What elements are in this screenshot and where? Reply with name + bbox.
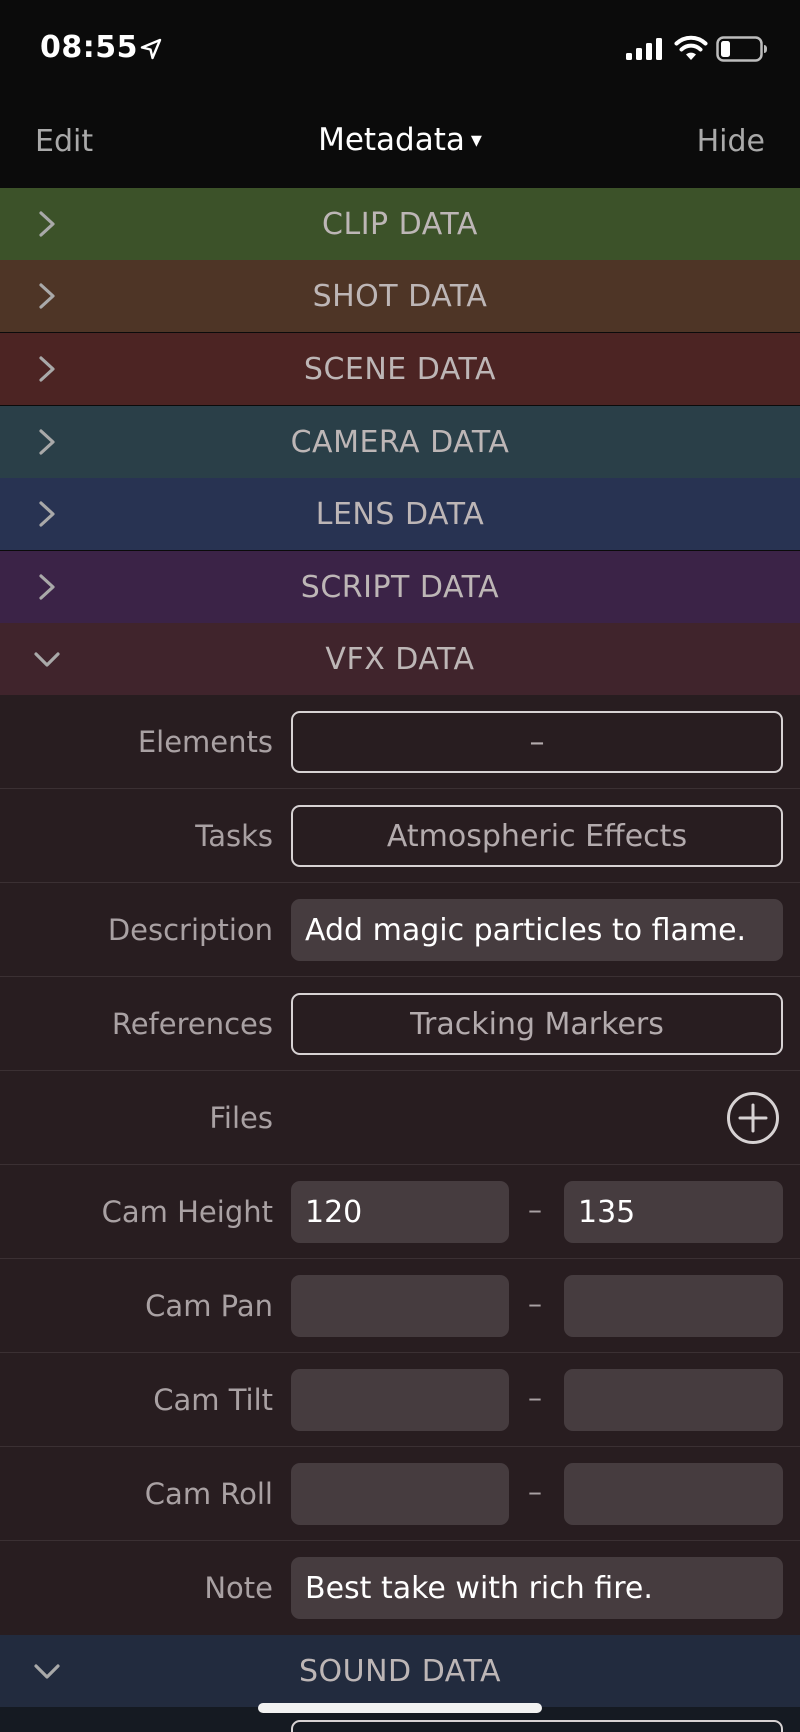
description-row: Description Add magic particles to flame… <box>0 883 800 977</box>
section-label: CLIP DATA <box>322 206 478 242</box>
cam-pan-from-field[interactable] <box>291 1275 509 1337</box>
range-separator: – <box>528 1193 542 1226</box>
metadata-dropdown[interactable]: Metadata ▾ <box>0 122 800 158</box>
description-field[interactable]: Add magic particles to flame. <box>291 899 783 961</box>
nav-bar: Edit Metadata ▾ Hide <box>0 100 800 188</box>
range-separator: – <box>528 1475 542 1508</box>
section-camera-data[interactable]: CAMERA DATA <box>0 406 800 478</box>
section-lens-data[interactable]: LENS DATA <box>0 478 800 550</box>
section-vfx-data[interactable]: VFX DATA <box>0 623 800 695</box>
cam-pan-label: Cam Pan <box>145 1289 273 1323</box>
chevron-down-icon <box>34 645 60 673</box>
chevron-right-icon <box>34 500 60 528</box>
cam-roll-from-field[interactable] <box>291 1463 509 1525</box>
cam-tilt-label: Cam Tilt <box>153 1383 273 1417</box>
cam-pan-to-field[interactable] <box>564 1275 783 1337</box>
chevron-right-icon <box>34 210 60 238</box>
vfx-form: Elements – Tasks Atmospheric Effects Des… <box>0 695 800 1635</box>
cam-tilt-from-field[interactable] <box>291 1369 509 1431</box>
chevron-right-icon <box>34 573 60 601</box>
cam-tilt-row: Cam Tilt – <box>0 1353 800 1447</box>
status-bar: 08:55 <box>0 0 800 100</box>
cam-roll-label: Cam Roll <box>144 1477 273 1511</box>
cellular-signal-icon <box>626 38 662 60</box>
hide-button[interactable]: Hide <box>697 124 765 159</box>
home-indicator[interactable] <box>258 1703 542 1713</box>
nav-title-label: Metadata <box>318 122 465 158</box>
wifi-icon <box>674 35 708 60</box>
references-button[interactable]: Tracking Markers <box>291 993 783 1055</box>
section-scene-data[interactable]: SCENE DATA <box>0 333 800 405</box>
elements-button[interactable]: – <box>291 711 783 773</box>
cam-height-label: Cam Height <box>101 1195 273 1229</box>
cam-height-from-field[interactable]: 120 <box>291 1181 509 1243</box>
section-label: LENS DATA <box>315 496 485 532</box>
status-time: 08:55 <box>40 30 138 65</box>
section-label: SHOT DATA <box>312 278 488 314</box>
cam-tilt-to-field[interactable] <box>564 1369 783 1431</box>
references-label: References <box>111 1007 273 1041</box>
section-sound-data[interactable]: SOUND DATA <box>0 1635 800 1707</box>
section-label: VFX DATA <box>325 641 475 677</box>
note-row: Note Best take with rich fire. <box>0 1541 800 1635</box>
range-separator: – <box>528 1287 542 1320</box>
section-script-data[interactable]: SCRIPT DATA <box>0 551 800 623</box>
cam-height-row: Cam Height 120 – 135 <box>0 1165 800 1259</box>
sound-field-partial[interactable] <box>291 1720 783 1732</box>
cam-height-to-field[interactable]: 135 <box>564 1181 783 1243</box>
section-label: SCENE DATA <box>303 351 497 387</box>
elements-row: Elements – <box>0 695 800 789</box>
add-file-plus-icon[interactable] <box>726 1091 780 1145</box>
chevron-right-icon <box>34 282 60 310</box>
tasks-row: Tasks Atmospheric Effects <box>0 789 800 883</box>
section-label: SOUND DATA <box>299 1653 501 1689</box>
triangle-down-icon: ▾ <box>470 128 482 153</box>
note-field[interactable]: Best take with rich fire. <box>291 1557 783 1619</box>
tasks-label: Tasks <box>195 819 273 853</box>
note-label: Note <box>204 1571 273 1605</box>
cam-pan-row: Cam Pan – <box>0 1259 800 1353</box>
section-shot-data[interactable]: SHOT DATA <box>0 260 800 332</box>
description-label: Description <box>107 913 273 947</box>
references-row: References Tracking Markers <box>0 977 800 1071</box>
range-separator: – <box>528 1381 542 1414</box>
files-row: Files <box>0 1071 800 1165</box>
section-clip-data[interactable]: CLIP DATA <box>0 188 800 260</box>
files-label: Files <box>209 1101 273 1135</box>
elements-label: Elements <box>137 725 273 759</box>
section-label: CAMERA DATA <box>290 424 510 460</box>
battery-icon <box>716 36 767 62</box>
chevron-right-icon <box>34 355 60 383</box>
section-label: SCRIPT DATA <box>300 569 500 605</box>
app-screen: 08:55 Edit Metadata ▾ Hide CLIP DATA SHO… <box>0 0 800 1732</box>
location-arrow-icon <box>140 38 162 60</box>
chevron-down-icon <box>34 1657 60 1685</box>
cam-roll-row: Cam Roll – <box>0 1447 800 1541</box>
tasks-button[interactable]: Atmospheric Effects <box>291 805 783 867</box>
cam-roll-to-field[interactable] <box>564 1463 783 1525</box>
chevron-right-icon <box>34 428 60 456</box>
